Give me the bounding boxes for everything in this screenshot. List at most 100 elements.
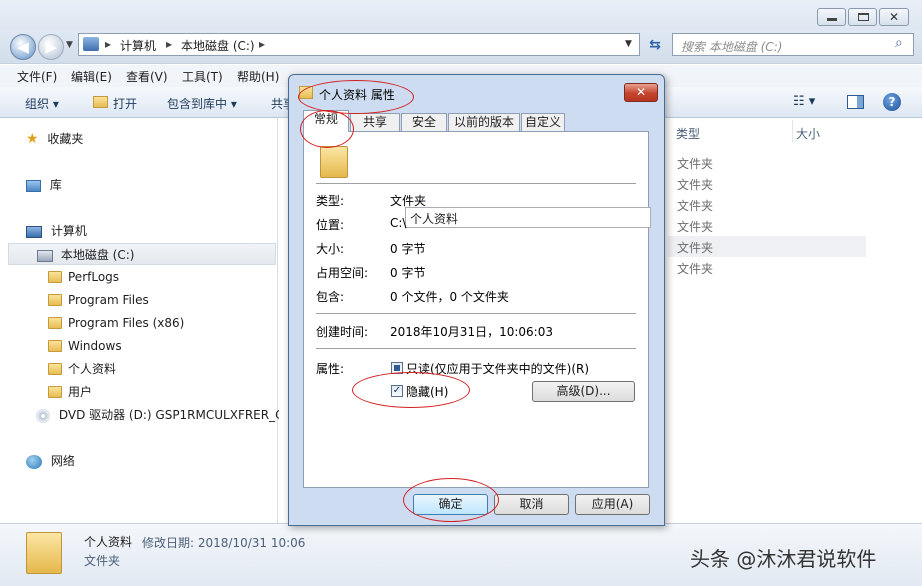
library-icon — [26, 179, 41, 192]
properties-dialog: 个人资料 属性 ✕ 常规 共享 安全 以前的版本 自定义 个人资料 类型: 文件… — [288, 74, 665, 526]
menu-edit[interactable]: 编辑(E) — [71, 68, 112, 85]
forward-button[interactable]: ▶ — [38, 34, 64, 60]
apply-button[interactable]: 应用(A) — [575, 494, 650, 515]
nav-network[interactable]: 网络 — [26, 450, 75, 472]
organize-button[interactable]: 组织 ▾ — [25, 95, 59, 112]
indeterminate-mark — [394, 365, 400, 371]
ok-button[interactable]: 确定 — [413, 494, 488, 515]
menu-view[interactable]: 查看(V) — [126, 68, 168, 85]
nav-computer[interactable]: 计算机 — [26, 220, 87, 242]
watermark-text: 头条 @沐沐君说软件 — [690, 547, 877, 571]
nav-dvd-drive[interactable]: DVD 驱动器 (D:) GSP1RMCULXFRER_C — [36, 404, 283, 426]
refresh-icon[interactable]: ⇆ — [644, 35, 666, 55]
prop-label-type: 类型: — [316, 194, 345, 208]
nav-folder-personal[interactable]: 个人资料 — [48, 358, 116, 380]
readonly-label: 只读(仅应用于文件夹中的文件)(R) — [406, 362, 590, 376]
back-button[interactable]: ◀ — [10, 34, 36, 60]
cancel-button[interactable]: 取消 — [494, 494, 569, 515]
open-folder-icon — [93, 96, 108, 108]
menu-tools[interactable]: 工具(T) — [182, 68, 223, 85]
computer-icon — [83, 37, 99, 51]
dialog-close-button[interactable]: ✕ — [624, 83, 658, 102]
search-placeholder: 搜索 本地磁盘 (C:) — [681, 40, 783, 54]
folder-icon — [48, 294, 62, 306]
window-close-button[interactable]: ✕ — [879, 8, 909, 26]
folder-large-icon — [320, 146, 348, 178]
advanced-button[interactable]: 高级(D)... — [532, 381, 635, 402]
minimize-button[interactable] — [817, 8, 846, 26]
check-icon: ✓ — [392, 385, 402, 396]
file-type-cell: 文件夹 — [677, 241, 714, 255]
nav-folder-program-files[interactable]: Program Files — [48, 289, 149, 311]
details-name: 个人资料 — [84, 535, 133, 549]
help-icon[interactable]: ? — [883, 93, 901, 111]
nav-folder-windows[interactable]: Windows — [48, 335, 122, 357]
details-modified: 修改日期: 2018/10/31 10:06 — [142, 536, 306, 550]
drive-icon — [37, 249, 53, 262]
breadcrumb-sep: ▸ — [259, 37, 266, 51]
minimize-icon — [827, 18, 837, 21]
folder-icon — [48, 386, 62, 398]
file-type-cell: 文件夹 — [677, 157, 714, 171]
breadcrumb-sep: ▸ — [105, 37, 112, 51]
column-header-size[interactable]: 大小 — [796, 125, 820, 142]
view-options-icon[interactable]: ☷ ▾ — [793, 94, 815, 109]
nav-folder-perflogs[interactable]: PerfLogs — [48, 266, 119, 288]
nav-libraries[interactable]: 库 — [26, 174, 62, 196]
hidden-label: 隐藏(H) — [406, 385, 449, 399]
tab-sharing[interactable]: 共享 — [350, 113, 400, 132]
maximize-button[interactable] — [848, 8, 877, 26]
prop-value-size-on-disk: 0 字节 — [390, 266, 426, 280]
history-chevron-icon[interactable]: ▼ — [66, 40, 73, 50]
search-input[interactable]: 搜索 本地磁盘 (C:) ⌕ — [672, 33, 914, 56]
breadcrumb-sep: ▸ — [166, 37, 173, 51]
dialog-title: 个人资料 属性 — [319, 88, 395, 102]
tab-previous-versions[interactable]: 以前的版本 — [448, 113, 520, 132]
prop-label-location: 位置: — [316, 218, 345, 232]
divider — [316, 183, 636, 184]
prop-label-created: 创建时间: — [316, 325, 369, 339]
address-bar[interactable]: ▸ 计算机 ▸ 本地磁盘 (C:) ▸ ▼ — [78, 33, 640, 56]
address-dropdown-icon[interactable]: ▼ — [625, 39, 632, 49]
folder-large-icon — [26, 532, 62, 574]
hidden-checkbox[interactable]: ✓ — [391, 385, 403, 397]
tab-general[interactable]: 常规 — [303, 110, 349, 132]
maximize-icon — [858, 13, 869, 21]
prop-value-created: 2018年10月31日，10:06:03 — [390, 325, 553, 339]
nav-folder-users[interactable]: 用户 — [48, 381, 92, 403]
folder-icon — [299, 86, 313, 99]
tab-customize[interactable]: 自定义 — [521, 113, 565, 132]
close-icon: ✕ — [635, 85, 647, 99]
arrow-right-icon: ▶ — [45, 38, 57, 56]
details-type: 文件夹 — [84, 554, 121, 568]
column-header-type[interactable]: 类型 — [676, 125, 700, 142]
menu-file[interactable]: 文件(F) — [17, 68, 57, 85]
divider — [316, 313, 636, 314]
nav-drive-c[interactable]: 本地磁盘 (C:) — [8, 243, 276, 265]
arrow-left-icon: ◀ — [17, 38, 29, 56]
search-icon[interactable]: ⌕ — [895, 35, 903, 51]
prop-label-size-on-disk: 占用空间: — [316, 266, 369, 280]
divider — [316, 348, 636, 349]
prop-value-contains: 0 个文件，0 个文件夹 — [390, 290, 509, 304]
star-icon: ★ — [26, 131, 39, 147]
general-tab-panel: 个人资料 类型: 文件夹 位置: C:\ 大小: 0 字节 占用空间: 0 字节… — [303, 131, 651, 488]
menu-help[interactable]: 帮助(H) — [237, 68, 279, 85]
breadcrumb-computer[interactable]: 计算机 — [120, 37, 156, 54]
folder-icon — [48, 317, 62, 329]
nav-folder-program-files-x86[interactable]: Program Files (x86) — [48, 312, 184, 334]
file-type-cell: 文件夹 — [677, 262, 714, 276]
computer-icon — [26, 225, 42, 238]
breadcrumb-drive-c[interactable]: 本地磁盘 (C:) — [181, 37, 255, 54]
readonly-checkbox[interactable] — [391, 362, 403, 374]
prop-label-attributes: 属性: — [316, 362, 345, 376]
open-button[interactable]: 打开 — [113, 95, 137, 112]
folder-name-field[interactable]: 个人资料 — [405, 207, 651, 228]
preview-pane-icon[interactable] — [847, 95, 864, 109]
tab-security[interactable]: 安全 — [401, 113, 447, 132]
file-type-cell: 文件夹 — [677, 178, 714, 192]
nav-favorites[interactable]: ★ 收藏夹 — [26, 128, 83, 150]
file-type-cell: 文件夹 — [677, 220, 714, 234]
folder-icon — [48, 271, 62, 283]
include-in-library-button[interactable]: 包含到库中 ▾ — [167, 95, 237, 112]
